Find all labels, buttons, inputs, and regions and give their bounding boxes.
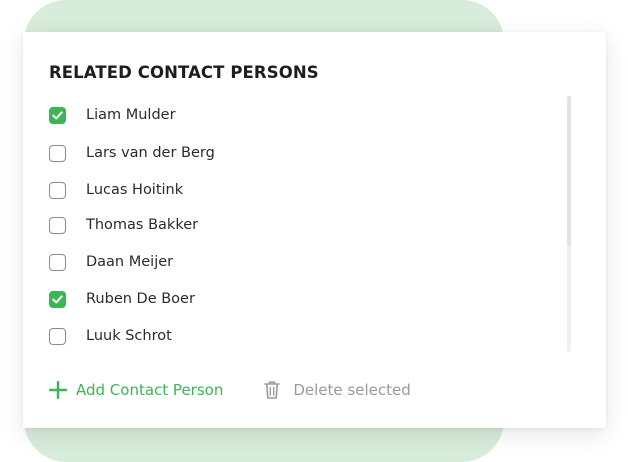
contact-name: Daan Meijer — [86, 254, 174, 270]
stage: RELATED CONTACT PERSONS Liam Mulder Lars… — [0, 0, 628, 462]
contact-checkbox[interactable] — [49, 216, 66, 234]
list-item[interactable]: Thomas Bakker — [49, 214, 198, 236]
panel-actions: Add Contact Person Delete selected — [48, 377, 411, 403]
scrollbar-thumb[interactable] — [567, 96, 571, 246]
contact-checkbox[interactable] — [49, 181, 66, 199]
plus-icon — [48, 380, 68, 400]
list-item[interactable]: Lars van der Berg — [49, 142, 215, 164]
contact-checkbox[interactable] — [49, 327, 66, 345]
list-item[interactable]: Lucas Hoitink — [49, 179, 183, 201]
list-item[interactable]: Ruben De Boer — [49, 288, 195, 310]
delete-selected-button[interactable]: Delete selected — [263, 380, 411, 400]
contact-name: Luuk Schrot — [86, 328, 172, 344]
check-icon — [52, 110, 63, 119]
contact-checkbox[interactable] — [49, 144, 66, 162]
contact-name: Lars van der Berg — [86, 145, 215, 161]
list-scrollbar[interactable] — [567, 96, 571, 352]
delete-selected-label: Delete selected — [293, 381, 411, 399]
add-contact-person-label: Add Contact Person — [76, 381, 224, 399]
list-item[interactable]: Liam Mulder — [49, 104, 176, 126]
list-item[interactable]: Daan Meijer — [49, 251, 173, 273]
contact-checkbox[interactable] — [49, 290, 66, 308]
check-icon — [52, 294, 63, 303]
panel-title: RELATED CONTACT PERSONS — [49, 63, 319, 82]
trash-icon — [263, 380, 281, 400]
contact-checkbox[interactable] — [49, 106, 66, 124]
contact-checkbox[interactable] — [49, 253, 66, 271]
contact-name: Liam Mulder — [86, 107, 176, 123]
contact-name: Thomas Bakker — [86, 217, 199, 233]
related-contacts-panel: RELATED CONTACT PERSONS Liam Mulder Lars… — [23, 32, 606, 428]
contact-name: Lucas Hoitink — [86, 182, 184, 198]
add-contact-person-button[interactable]: Add Contact Person — [48, 380, 223, 400]
contact-name: Ruben De Boer — [86, 291, 195, 307]
list-item[interactable]: Luuk Schrot — [49, 325, 172, 347]
